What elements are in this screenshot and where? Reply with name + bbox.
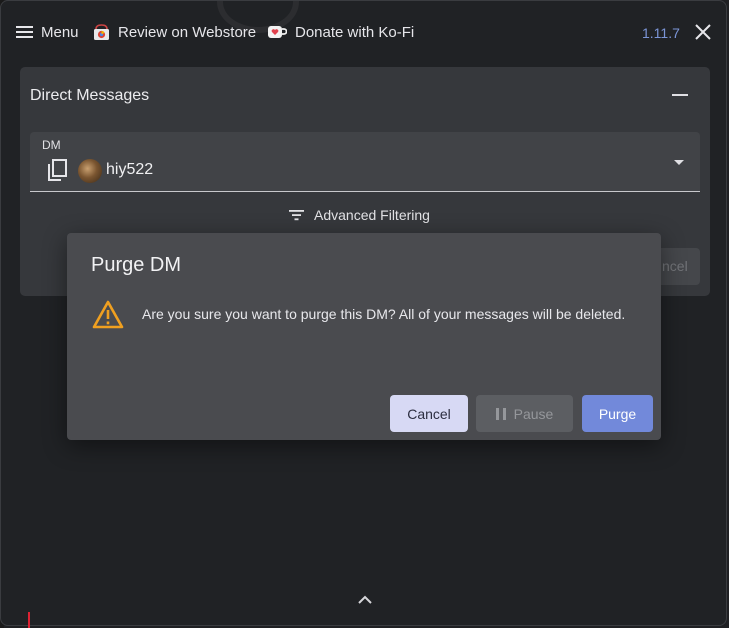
filter-icon xyxy=(289,210,304,221)
purge-dm-dialog: Purge DM Are you sure you want to purge … xyxy=(67,233,661,440)
chevron-up-icon[interactable] xyxy=(357,594,373,606)
top-bar: Menu Review on Webstore Donate with Ko-F… xyxy=(1,1,726,63)
menu-button[interactable]: Menu xyxy=(16,22,79,42)
menu-icon xyxy=(16,26,33,38)
edge-marker xyxy=(28,612,30,628)
minimize-icon[interactable] xyxy=(672,94,688,96)
version-label: 1.11.7 xyxy=(642,25,680,41)
warning-icon xyxy=(92,300,124,329)
obscured-button-label: ncel xyxy=(662,258,688,274)
webstore-icon xyxy=(94,23,109,40)
pause-icon xyxy=(495,407,506,420)
menu-label: Menu xyxy=(41,23,79,41)
dm-select[interactable]: DM hiy522 xyxy=(30,132,700,192)
avatar xyxy=(78,159,102,183)
cancel-button-label: Cancel xyxy=(407,405,451,422)
kofi-label: Donate with Ko-Fi xyxy=(295,23,415,41)
dialog-title: Purge DM xyxy=(91,254,182,276)
dm-selected-value: hiy522 xyxy=(106,161,154,178)
review-webstore-link[interactable]: Review on Webstore xyxy=(93,22,256,42)
pause-button-label: Pause xyxy=(513,405,554,422)
close-icon[interactable] xyxy=(693,22,713,42)
dialog-message: Are you sure you want to purge this DM? … xyxy=(142,306,626,322)
donate-kofi-link[interactable]: Donate with Ko-Fi xyxy=(267,22,414,42)
kofi-icon xyxy=(268,26,287,38)
pause-button[interactable]: Pause xyxy=(476,395,573,432)
purge-button[interactable]: Purge xyxy=(582,395,653,432)
advanced-filtering-label: Advanced Filtering xyxy=(314,207,430,223)
advanced-filtering-toggle[interactable]: Advanced Filtering xyxy=(289,207,430,223)
dm-field-label: DM xyxy=(42,138,61,152)
dropdown-caret-icon[interactable] xyxy=(674,160,684,165)
purge-button-label: Purge xyxy=(598,405,637,422)
webstore-label: Review on Webstore xyxy=(118,23,257,41)
copy-icon[interactable] xyxy=(46,159,68,183)
cancel-button[interactable]: Cancel xyxy=(390,395,468,432)
panel-title: Direct Messages xyxy=(30,87,150,104)
